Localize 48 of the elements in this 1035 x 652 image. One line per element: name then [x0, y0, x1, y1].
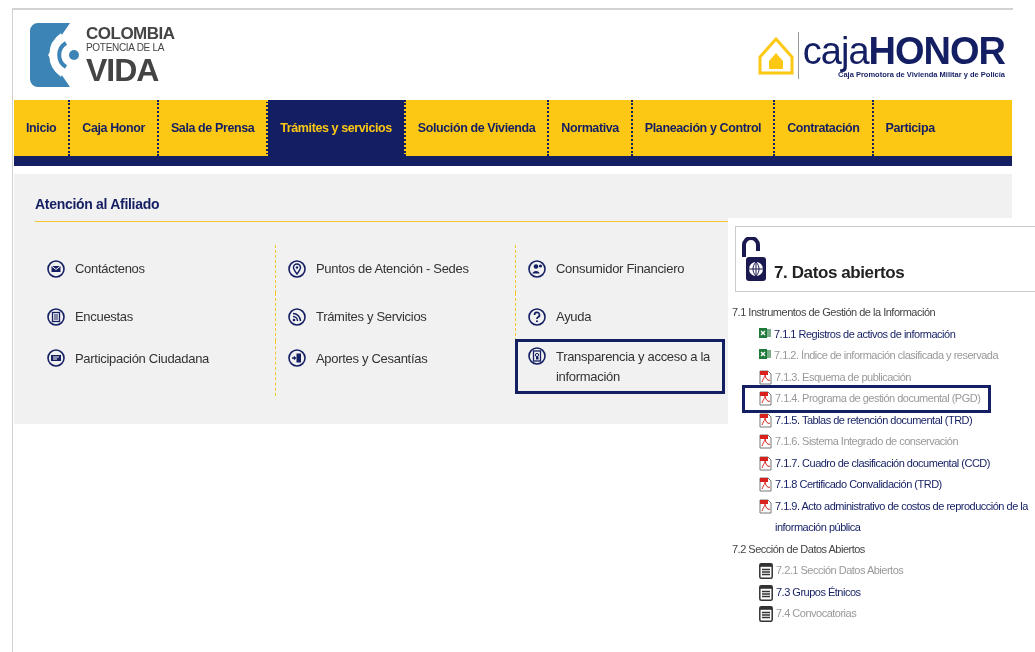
document-link[interactable]: 7.3 Grupos Étnicos	[776, 581, 861, 603]
menu-link[interactable]: Ayuda	[556, 307, 592, 327]
lock-globe-icon	[740, 237, 766, 283]
list-icon	[47, 308, 65, 326]
document-link[interactable]: 7.1.7. Cuadro de clasificación documental (CCD)	[775, 452, 990, 474]
menu-link[interactable]: Contáctenos	[75, 259, 145, 279]
document-list-icon	[759, 606, 773, 622]
spreadsheet-icon	[759, 348, 771, 360]
document-link[interactable]: 7.1.9. Acto administrativo de costos de reproducción de la información pública	[775, 495, 1031, 539]
pdf-icon	[759, 455, 772, 471]
document-link[interactable]: 7.1.1 Registros de activos de información	[774, 323, 956, 345]
menu-link[interactable]: Consumidor Financiero	[556, 259, 685, 279]
logo-subtext: POTENCIA DE LA	[86, 42, 166, 53]
logo-text: VIDA	[86, 53, 160, 86]
menu-link[interactable]: Aportes y Cesantías	[316, 349, 428, 369]
person-icon	[528, 260, 546, 278]
pdf-icon	[759, 369, 772, 385]
brand-name: cajaHONOR	[802, 31, 1005, 70]
help-icon	[528, 308, 546, 326]
document-list-icon	[759, 563, 773, 579]
document-link[interactable]: 7.1.8 Certificado Convalidación (TRD)	[775, 474, 942, 496]
pdf-icon	[759, 391, 772, 406]
mail-icon	[47, 260, 65, 278]
panel-title: 7. Datos abiertos	[774, 263, 905, 283]
spreadsheet-icon	[759, 326, 771, 339]
pdf-icon	[759, 498, 772, 514]
menu-link[interactable]: Trámites y Servicios	[316, 307, 427, 327]
rss-icon	[288, 308, 306, 326]
section-link[interactable]: 7.1 Instrumentos de Gestión de la Información	[732, 302, 936, 324]
menu-link[interactable]: Transparencia y acceso a la información	[556, 347, 725, 386]
document-list-icon	[759, 584, 773, 601]
menu-link[interactable]: Participación Ciudadana	[75, 349, 210, 369]
document-link[interactable]: 7.1.5. Tablas de retención documental (TRD)	[775, 409, 973, 431]
deposit-icon	[288, 349, 306, 367]
section-link[interactable]: 7.2 Sección de Datos Abiertos	[732, 538, 865, 560]
lockdoc-icon	[528, 347, 546, 365]
nav-tab[interactable]: Inicio	[14, 100, 69, 156]
pdf-icon	[759, 434, 772, 449]
menu-link[interactable]: Puntos de Atención - Sedes	[316, 259, 469, 279]
logo-text: COLOMBIA	[86, 24, 175, 42]
menu-link[interactable]: Encuestas	[75, 307, 133, 327]
pdf-icon	[759, 412, 772, 428]
pdf-icon	[759, 477, 772, 492]
colombia-logo-icon	[28, 21, 80, 89]
nav-tab[interactable]: Trámites y servicios	[266, 100, 404, 156]
chat-icon	[47, 349, 65, 367]
house-logo-icon	[757, 35, 794, 75]
pin-icon	[288, 260, 306, 278]
